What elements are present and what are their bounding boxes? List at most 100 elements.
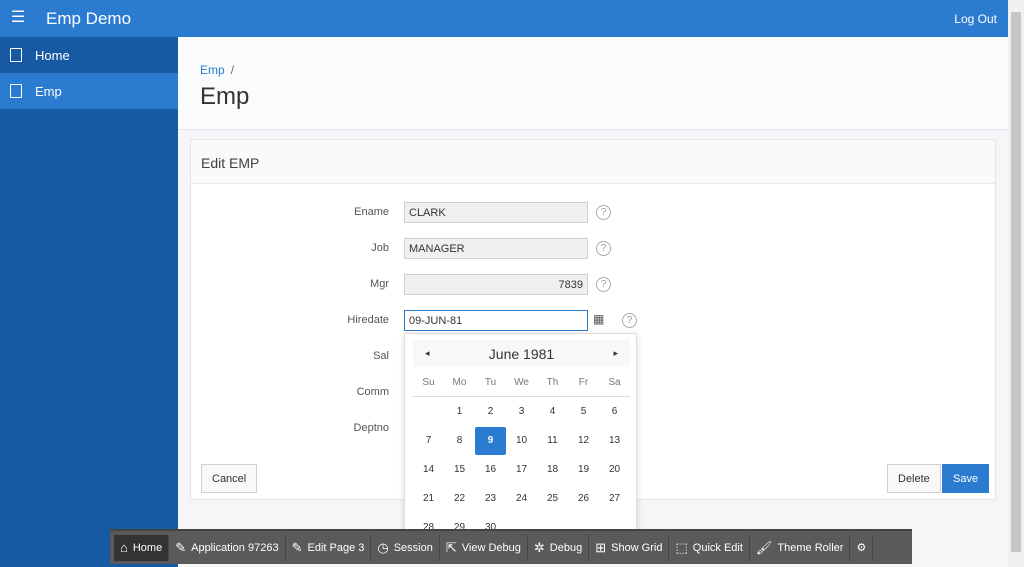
- app-title[interactable]: Emp Demo: [46, 9, 131, 29]
- devbar-show-grid[interactable]: ⊞ Show Grid: [589, 534, 670, 561]
- day-12[interactable]: 12: [568, 427, 599, 455]
- datepicker-header: ◂ June 1981 ▸: [413, 340, 630, 367]
- form-row-mgr: Mgr 7839?: [191, 274, 995, 296]
- weekday-header: Sa: [608, 377, 621, 388]
- form-row-job: Job MANAGER?: [191, 238, 995, 260]
- devbar-home[interactable]: ⌂ Home: [114, 534, 170, 561]
- day-3[interactable]: 3: [506, 398, 537, 426]
- scrollbar-thumb[interactable]: [1011, 12, 1021, 552]
- field-label: Ename: [354, 206, 389, 218]
- settings-gear-icon[interactable]: ⚙: [850, 534, 874, 561]
- day-14[interactable]: 14: [413, 456, 444, 484]
- devbar-icon: ✎: [291, 539, 303, 555]
- day-16[interactable]: 16: [475, 456, 506, 484]
- day-8[interactable]: 8: [444, 427, 475, 455]
- devbar-icon: ⇱: [445, 539, 457, 555]
- devbar-edit-page-3[interactable]: ✎ Edit Page 3: [286, 534, 372, 561]
- devbar-icon: ⊞: [595, 539, 607, 555]
- devbar-icon: ⬚: [675, 539, 688, 555]
- developer-toolbar: ⌂ Home ✎ Application 97263 ✎ Edit Page 3 ◷ Sess…: [110, 529, 912, 564]
- day-1[interactable]: 1: [444, 398, 475, 426]
- breadcrumb-separator: /: [230, 63, 235, 77]
- page-icon: [10, 48, 22, 62]
- day-6[interactable]: 6: [599, 398, 630, 426]
- devbar-icon: 🖌: [755, 539, 773, 555]
- field-label: Hiredate: [347, 314, 389, 326]
- devbar-debug[interactable]: ✲ Debug: [528, 534, 590, 561]
- devbar-label: Show Grid: [611, 541, 663, 554]
- devbar-quick-edit[interactable]: ⬚ Quick Edit: [669, 534, 750, 561]
- day-23[interactable]: 23: [475, 485, 506, 513]
- day-27[interactable]: 27: [599, 485, 630, 513]
- day-24[interactable]: 24: [506, 485, 537, 513]
- field-label: Mgr: [370, 278, 389, 290]
- day-5[interactable]: 5: [568, 398, 599, 426]
- field-label: Job: [371, 242, 389, 254]
- breadcrumb-emp-link[interactable]: Emp: [200, 63, 225, 77]
- job-field[interactable]: MANAGER: [404, 238, 588, 259]
- weekday-header: We: [514, 377, 529, 388]
- devbar-icon: ✎: [175, 539, 187, 555]
- day-17[interactable]: 17: [506, 456, 537, 484]
- datepicker-title: June 1981: [488, 346, 555, 362]
- mgr-field[interactable]: 7839: [404, 274, 588, 295]
- delete-button[interactable]: Delete: [887, 464, 941, 493]
- devbar-label: Theme Roller: [777, 541, 844, 554]
- day-19[interactable]: 19: [568, 456, 599, 484]
- sidebar-item-label: Emp: [35, 83, 62, 99]
- day-21[interactable]: 21: [413, 485, 444, 513]
- devbar-application-97263[interactable]: ✎ Application 97263: [169, 534, 286, 561]
- day-22[interactable]: 22: [444, 485, 475, 513]
- title-bar: Emp / Emp: [178, 37, 1008, 130]
- save-button[interactable]: Save: [942, 464, 990, 493]
- field-label: Comm: [356, 386, 389, 398]
- calendar-icon[interactable]: ▦: [593, 312, 611, 329]
- help-icon[interactable]: ?: [596, 241, 611, 256]
- devbar-label: Edit Page 3: [307, 541, 365, 554]
- sidebar: Home Emp: [0, 37, 178, 567]
- cancel-button[interactable]: Cancel: [201, 464, 258, 493]
- day-10[interactable]: 10: [506, 427, 537, 455]
- day-20[interactable]: 20: [599, 456, 630, 484]
- form-row-ename: Ename CLARK?: [191, 202, 995, 224]
- hiredate-field[interactable]: 09-JUN-81: [404, 310, 588, 331]
- weekday-header: Su: [422, 377, 435, 388]
- day-4[interactable]: 4: [537, 398, 568, 426]
- form-row-hiredate: Hiredate 09-JUN-81 ▦?: [191, 310, 995, 332]
- devbar-label: Quick Edit: [692, 541, 743, 554]
- logout-link[interactable]: Log Out: [954, 12, 997, 26]
- next-month-button[interactable]: ▸: [613, 348, 618, 359]
- help-icon[interactable]: ?: [596, 277, 611, 292]
- devbar-view-debug[interactable]: ⇱ View Debug: [440, 534, 528, 561]
- day-18[interactable]: 18: [537, 456, 568, 484]
- day-9[interactable]: 9: [475, 427, 506, 455]
- devbar-label: Session: [393, 541, 433, 554]
- devbar-label: Application 97263: [191, 541, 279, 554]
- sidebar-item-label: Home: [35, 47, 70, 63]
- page-icon: [10, 84, 22, 98]
- sidebar-item-emp[interactable]: Emp: [0, 73, 178, 109]
- hamburger-menu-button[interactable]: ☰: [8, 8, 28, 28]
- day-2[interactable]: 2: [475, 398, 506, 426]
- ename-field[interactable]: CLARK: [404, 202, 588, 223]
- day-13[interactable]: 13: [599, 427, 630, 455]
- day-15[interactable]: 15: [444, 456, 475, 484]
- app-header: ☰ Emp Demo Log Out: [0, 0, 1008, 37]
- devbar-label: Home: [132, 541, 163, 554]
- day-11[interactable]: 11: [537, 427, 568, 455]
- help-icon[interactable]: ?: [596, 205, 611, 220]
- help-icon[interactable]: ?: [622, 313, 637, 328]
- devbar-icon: ⌂: [120, 540, 128, 555]
- devbar-session[interactable]: ◷ Session: [371, 534, 440, 561]
- datepicker-divider: [413, 396, 630, 397]
- devbar-label: Debug: [549, 541, 583, 554]
- region-title: Edit EMP: [191, 140, 995, 184]
- devbar-theme-roller[interactable]: 🖌 Theme Roller: [750, 534, 851, 561]
- day-25[interactable]: 25: [537, 485, 568, 513]
- breadcrumb: Emp /: [200, 63, 234, 77]
- sidebar-item-home[interactable]: Home: [0, 37, 178, 73]
- day-7[interactable]: 7: [413, 427, 444, 455]
- day-26[interactable]: 26: [568, 485, 599, 513]
- field-label: Sal: [373, 350, 389, 362]
- devbar-icon: ✲: [533, 539, 545, 555]
